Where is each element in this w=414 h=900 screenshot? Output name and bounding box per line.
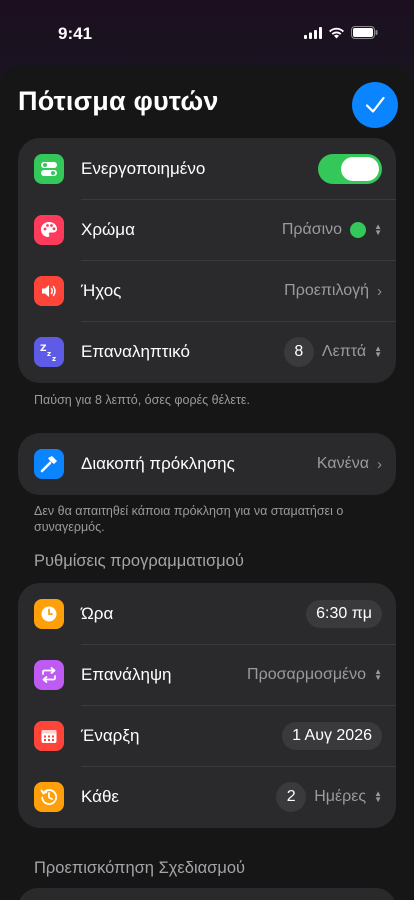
enabled-toggle[interactable] — [318, 154, 382, 184]
zzz-icon: Z z z — [34, 337, 64, 367]
snooze-unit: Λεπτά — [321, 343, 367, 360]
time-row[interactable]: Ώρα 6:30 πμ — [18, 583, 396, 645]
hammer-icon — [34, 449, 64, 479]
snooze-count: 8 — [283, 337, 314, 367]
every-row[interactable]: Κάθε 2 Ημέρες ▲ ▼ — [18, 766, 396, 828]
done-button[interactable] — [352, 82, 398, 128]
every-label: Κάθε — [81, 787, 119, 806]
chevron-updown-icon: ▲ ▼ — [374, 222, 382, 237]
wifi-icon — [329, 27, 344, 38]
color-label: Χρώμα — [81, 220, 135, 239]
calendar-icon — [34, 721, 64, 751]
chevron-updown-icon: ▲ ▼ — [374, 789, 382, 804]
history-icon — [34, 782, 64, 812]
snooze-row[interactable]: Z z z Επαναληπτικό 8 Λεπτά ▲ ▼ — [18, 321, 396, 383]
challenge-row[interactable]: Διακοπή πρόκλησης Κανένα › — [18, 433, 396, 495]
signal-icon — [304, 26, 322, 39]
snooze-label: Επαναληπτικό — [81, 342, 190, 361]
page-title: Πότισμα φυτών — [18, 86, 219, 116]
repeat-row[interactable]: Επανάληψη Προσαρμοσμένο ▲ ▼ — [18, 644, 396, 706]
challenge-footnote: Δεν θα απαιτηθεί κάποια πρόκληση για να … — [34, 504, 344, 534]
start-value[interactable]: 1 Αυγ 2026 — [282, 722, 382, 750]
every-count: 2 — [276, 782, 307, 812]
time-value[interactable]: 6:30 πμ — [306, 600, 382, 628]
sound-value: Προεπιλογή — [284, 282, 369, 299]
battery-icon — [351, 26, 378, 39]
repeat-value: Προσαρμοσμένο — [247, 666, 367, 683]
schedule-card: Ώρα 6:30 πμ Επανάληψη Προσαρμοσμένο ▲▼ — [18, 583, 396, 828]
status-icons — [304, 26, 378, 39]
status-time: 9:41 — [58, 24, 93, 43]
challenge-label: Διακοπή πρόκλησης — [81, 454, 235, 473]
color-swatch — [350, 222, 367, 238]
alarm-settings-card: Ενεργοποιημένο Χρώμα Πράσινο ▲ ▼ Ήχος Πρ… — [18, 138, 396, 383]
svg-text:Z: Z — [40, 344, 47, 354]
repeat-icon — [34, 660, 64, 690]
color-value: Πράσινο — [281, 221, 343, 238]
svg-text:z: z — [47, 350, 51, 358]
every-unit: Ημέρες — [314, 788, 367, 805]
challenge-value: Κανένα — [316, 455, 369, 472]
color-row[interactable]: Χρώμα Πράσινο ▲ ▼ — [18, 199, 396, 261]
toggle-icon — [34, 154, 64, 184]
enabled-row: Ενεργοποιημένο — [18, 138, 396, 200]
enabled-label: Ενεργοποιημένο — [81, 159, 206, 178]
chevron-updown-icon: ▲ ▼ — [374, 667, 382, 682]
clock-icon — [34, 599, 64, 629]
start-label: Έναρξη — [81, 726, 140, 745]
schedule-header: Ρυθμίσεις προγραμματισμού — [34, 552, 244, 570]
chevron-right-icon: › — [377, 282, 382, 300]
speaker-icon — [34, 276, 64, 306]
toggle-knob — [341, 157, 379, 181]
svg-text:z: z — [52, 355, 56, 363]
time-label: Ώρα — [81, 604, 114, 623]
chevron-right-icon: › — [377, 455, 382, 473]
challenge-card: Διακοπή πρόκλησης Κανένα › — [18, 433, 396, 495]
chevron-updown-icon: ▲ ▼ — [374, 344, 382, 359]
preview-header: Προεπισκόπηση Σχεδιασμού — [34, 859, 246, 877]
sound-label: Ήχος — [81, 281, 122, 300]
preview-card — [18, 888, 396, 900]
palette-icon — [34, 215, 64, 245]
sound-row[interactable]: Ήχος Προεπιλογή › — [18, 260, 396, 322]
repeat-label: Επανάληψη — [81, 665, 172, 684]
status-bar: 9:41 — [0, 0, 414, 66]
checkmark-icon — [365, 96, 385, 113]
snooze-footnote: Παύση για 8 λεπτό, όσες φορές θέλετε. — [34, 393, 250, 407]
start-row[interactable]: Έναρξη 1 Αυγ 2026 — [18, 705, 396, 767]
